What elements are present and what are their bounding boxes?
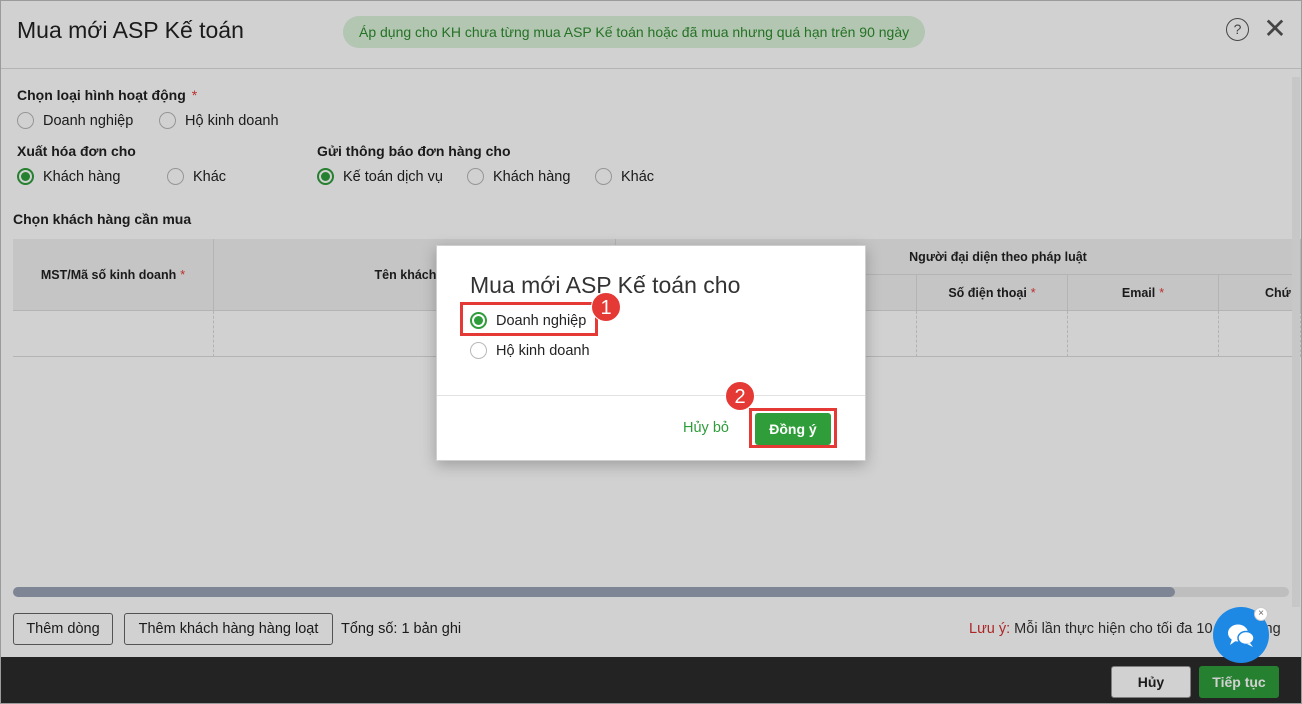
dialog-divider bbox=[437, 395, 865, 396]
highlight-box-step2 bbox=[749, 408, 837, 448]
step-badge-1: 1 bbox=[591, 292, 621, 322]
chat-close-icon[interactable]: × bbox=[1254, 607, 1268, 621]
highlight-box-step1 bbox=[460, 302, 598, 336]
radio-label: Hộ kinh doanh bbox=[496, 342, 590, 359]
chat-glyph bbox=[1228, 624, 1255, 647]
dialog-radio-household[interactable]: Hộ kinh doanh bbox=[470, 342, 590, 359]
radio-circle[interactable] bbox=[470, 342, 487, 359]
dialog-cancel-link[interactable]: Hủy bỏ bbox=[683, 420, 729, 436]
step-badge-2: 2 bbox=[725, 381, 755, 411]
